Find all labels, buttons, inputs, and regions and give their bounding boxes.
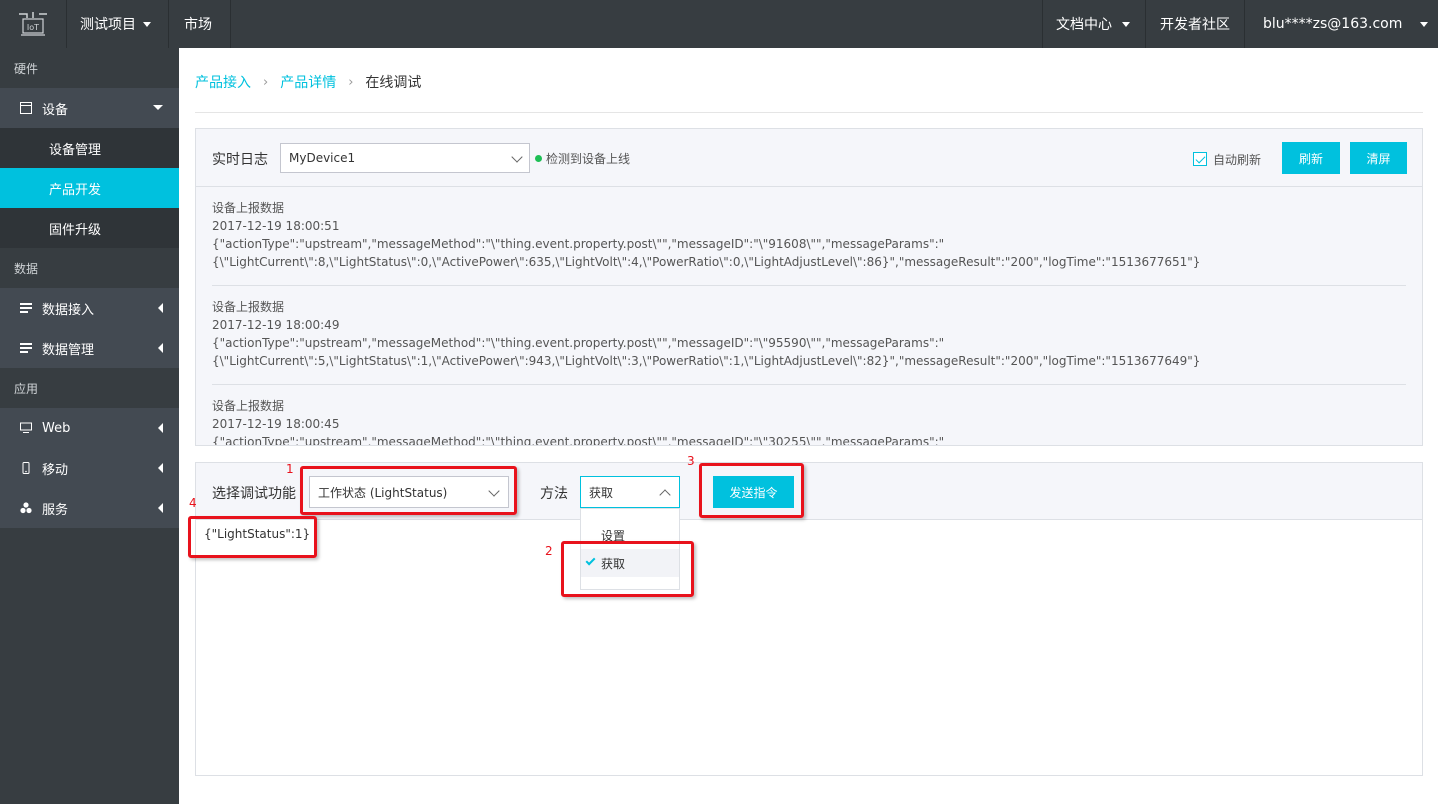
user-email: blu****zs@163.com: [1263, 16, 1403, 32]
list-icon: [20, 303, 32, 313]
log-header: 实时日志 MyDevice1 检测到设备上线 自动刷新 刷新 清屏: [196, 129, 1422, 187]
caret-left-icon: [158, 503, 163, 513]
divider: [195, 112, 1423, 113]
top-navbar: IoT 测试项目 市场 文档中心 开发者社区 blu****zs@163.com: [0, 0, 1438, 48]
logo[interactable]: IoT: [0, 0, 66, 48]
log-entry-time: 2017-12-19 18:00:51: [212, 219, 340, 233]
annotation-box-3: [699, 463, 804, 518]
breadcrumb-current: 在线调试: [365, 75, 422, 91]
realtime-log-panel: 实时日志 MyDevice1 检测到设备上线 自动刷新 刷新 清屏 设备上报数据…: [195, 128, 1423, 446]
project-label: 测试项目: [80, 17, 136, 33]
sidebar-item-mobile[interactable]: 移动: [0, 448, 179, 488]
caret-left-icon: [158, 343, 163, 353]
sidebar-group-hardware: 硬件: [0, 48, 179, 88]
sidebar-item-label: 数据管理: [42, 342, 95, 358]
device-select-value: MyDevice1: [289, 151, 356, 165]
breadcrumb-product-detail[interactable]: 产品详情: [280, 72, 336, 92]
annotation-box-1: [300, 466, 517, 515]
auto-refresh-label: 自动刷新: [1213, 153, 1262, 167]
log-entry: 设备上报数据 2017-12-19 18:00:49 {"actionType"…: [212, 286, 1406, 385]
iot-logo-icon: IoT: [19, 12, 47, 36]
annotation-number-3: 3: [687, 454, 695, 468]
market-link[interactable]: 市场: [184, 0, 212, 48]
breadcrumb-product-access[interactable]: 产品接入: [195, 72, 251, 92]
chevron-down-icon: [511, 151, 523, 163]
log-entry-type: 设备上报数据: [212, 201, 285, 215]
sidebar-group-data: 数据: [0, 248, 179, 288]
chevron-down-icon: [1420, 21, 1429, 27]
caret-down-icon: [153, 105, 163, 110]
log-entry-type: 设备上报数据: [212, 300, 285, 314]
sidebar-item-data-manage[interactable]: 数据管理: [0, 328, 179, 368]
docs-dropdown[interactable]: 文档中心: [1056, 0, 1130, 48]
debug-function-label: 选择调试功能: [212, 486, 296, 502]
svg-text:IoT: IoT: [27, 23, 39, 32]
refresh-button[interactable]: 刷新: [1282, 142, 1340, 174]
log-entry-type: 设备上报数据: [212, 399, 285, 413]
log-entry-line: {\"LightCurrent\":5,\"LightStatus\":1,\"…: [212, 354, 1201, 368]
log-entry-time: 2017-12-19 18:00:49: [212, 318, 340, 332]
window-icon: [20, 102, 32, 114]
auto-refresh-checkbox[interactable]: [1193, 152, 1207, 166]
sidebar-item-service[interactable]: 服务: [0, 488, 179, 528]
sidebar-item-firmware[interactable]: 固件升级: [0, 208, 179, 248]
online-status-text: 检测到设备上线: [546, 152, 631, 166]
annotation-box-4: [188, 516, 317, 558]
community-link[interactable]: 开发者社区: [1160, 0, 1230, 48]
method-value: 获取: [589, 485, 614, 500]
breadcrumb: 产品接入 › 产品详情 › 在线调试: [195, 72, 421, 92]
annotation-number-2: 2: [545, 544, 553, 558]
log-entry-time: 2017-12-19 18:00:45: [212, 417, 340, 431]
sidebar-item-data-access[interactable]: 数据接入: [0, 288, 179, 328]
project-dropdown[interactable]: 测试项目: [80, 0, 151, 48]
caret-left-icon: [158, 423, 163, 433]
list-icon: [20, 343, 32, 353]
log-entry: 设备上报数据 2017-12-19 18:00:51 {"actionType"…: [212, 187, 1406, 286]
log-title: 实时日志: [212, 152, 268, 168]
mobile-icon: [22, 462, 30, 474]
breadcrumb-separator: ›: [263, 74, 269, 90]
chevron-down-icon: [143, 21, 151, 27]
log-entry-line: {\"LightCurrent\":8,\"LightStatus\":0,\"…: [212, 255, 1201, 269]
device-select[interactable]: MyDevice1: [280, 143, 530, 173]
docs-label: 文档中心: [1056, 17, 1112, 33]
log-list[interactable]: 设备上报数据 2017-12-19 18:00:51 {"actionType"…: [212, 187, 1406, 445]
user-dropdown[interactable]: blu****zs@163.com: [1263, 0, 1429, 48]
monitor-icon: [20, 422, 32, 433]
sidebar-item-device[interactable]: 设备: [0, 88, 179, 128]
cubes-icon: [20, 502, 32, 514]
sidebar-item-device-manage[interactable]: 设备管理: [0, 128, 179, 168]
method-label: 方法: [540, 486, 568, 502]
chevron-up-icon: [659, 489, 671, 501]
method-select[interactable]: 获取: [580, 476, 680, 508]
sidebar-item-label: 数据接入: [42, 302, 95, 318]
log-entry-line: {"actionType":"upstream","messageMethod"…: [212, 435, 945, 445]
sidebar-item-label: 设备: [42, 102, 69, 118]
chevron-down-icon: [1122, 21, 1130, 27]
log-entry-line: {"actionType":"upstream","messageMethod"…: [212, 336, 945, 350]
clear-button[interactable]: 清屏: [1350, 142, 1407, 174]
log-entry: 设备上报数据 2017-12-19 18:00:45 {"actionType"…: [212, 385, 1406, 445]
log-entry-line: {"actionType":"upstream","messageMethod"…: [212, 237, 945, 251]
sidebar-item-web[interactable]: Web: [0, 408, 179, 448]
sidebar-item-label: Web: [42, 420, 71, 436]
online-status-dot: [535, 155, 542, 162]
annotation-number-4: 4: [189, 496, 197, 510]
annotation-number-1: 1: [286, 462, 294, 476]
sidebar-item-label: 移动: [42, 462, 69, 478]
breadcrumb-separator: ›: [348, 74, 354, 90]
annotation-box-2: [561, 541, 694, 597]
sidebar-group-app: 应用: [0, 368, 179, 408]
sidebar: 硬件 设备 设备管理 产品开发 固件升级 数据 数据接入 数据管理 应用 Web…: [0, 48, 179, 804]
caret-left-icon: [158, 463, 163, 473]
sidebar-item-product-dev[interactable]: 产品开发: [0, 168, 179, 208]
sidebar-item-label: 服务: [42, 502, 69, 518]
caret-left-icon: [158, 303, 163, 313]
